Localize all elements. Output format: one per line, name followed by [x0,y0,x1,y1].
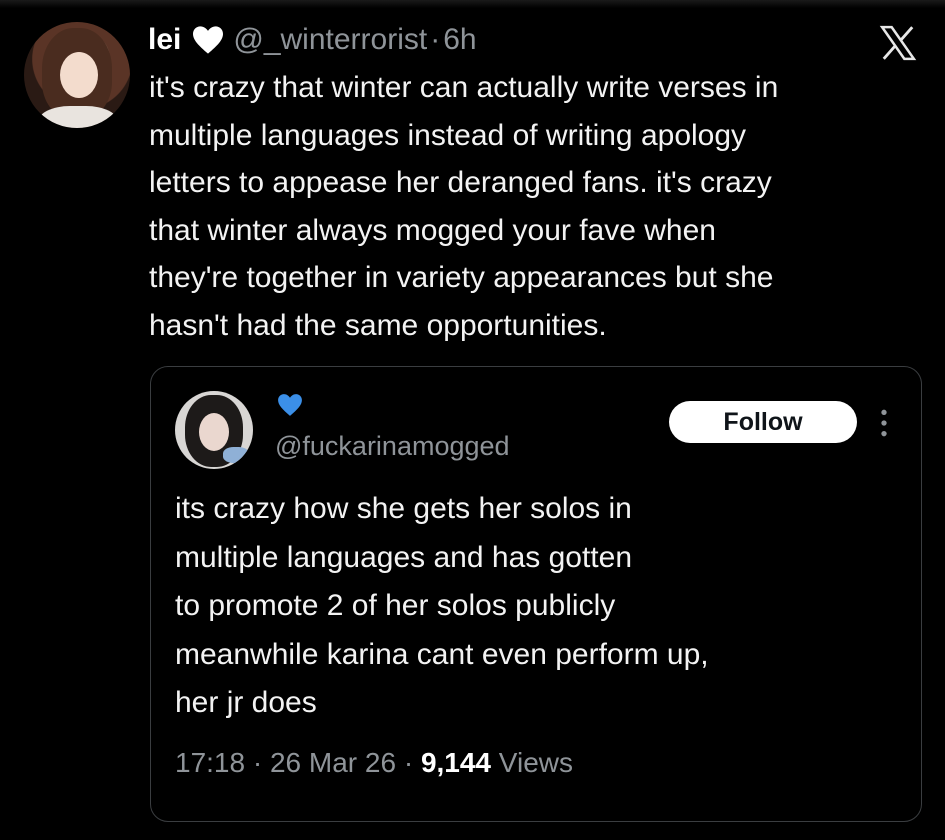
quoted-avatar-accent [223,447,249,463]
quoted-author-avatar[interactable] [175,391,253,469]
more-vertical-icon[interactable] [877,407,891,439]
tweet-text-line: that winter always mogged your fave when [149,213,716,247]
quoted-time[interactable]: 17:18 [175,747,245,778]
separator-dot: · [403,747,414,778]
top-edge [0,0,945,8]
white-heart-icon [193,26,224,54]
author-avatar[interactable] [24,22,130,128]
follow-button[interactable]: Follow [669,401,857,443]
quoted-text-line: multiple languages and has gotten [175,540,633,574]
tweet-text-line: letters to appease her deranged fans. it… [149,166,772,199]
quoted-tweet-meta: 17:18 · 26 Mar 26 · 9,144 Views [175,747,573,779]
quoted-tweet-text: its crazy how she gets her solos in mult… [175,485,895,728]
quoted-text-line: to promote 2 of her solos publicly [175,589,616,622]
separator-dot: · [430,23,441,56]
x-logo-icon[interactable] [878,24,918,62]
tweet-text-line: hasn't had the same opportunities. [149,308,607,342]
author-handle[interactable]: @_winterrorist [233,23,427,57]
tweet-age[interactable]: 6h [443,23,476,57]
blue-heart-icon [278,394,302,416]
avatar-face [60,52,98,98]
quoted-avatar-face [199,413,229,451]
tweet-text-line: it's crazy that winter can actually writ… [149,71,779,104]
views-count[interactable]: 9,144 [421,747,491,778]
tweet-text: it's crazy that winter can actually writ… [149,64,929,349]
quoted-author-handle[interactable]: @fuckarinamogged [275,431,510,462]
quoted-text-line: meanwhile karina cant even perform up, [175,637,709,671]
avatar-shirt [38,106,118,128]
quoted-tweet-card[interactable]: @fuckarinamogged Follow its crazy how sh… [150,366,922,822]
tweet-text-line: they're together in variety appearances … [149,261,774,294]
views-label: Views [498,747,573,778]
quoted-text-line: its crazy how she gets her solos in [175,492,632,525]
tweet-text-line: multiple languages instead of writing ap… [149,118,747,152]
quoted-text-line: her jr does [175,686,317,719]
separator-dot: · [252,747,263,778]
quoted-date[interactable]: 26 Mar 26 [270,747,396,778]
author-display-name[interactable]: lei [148,23,181,57]
tweet-header: lei @_winterrorist · 6h [148,20,477,60]
